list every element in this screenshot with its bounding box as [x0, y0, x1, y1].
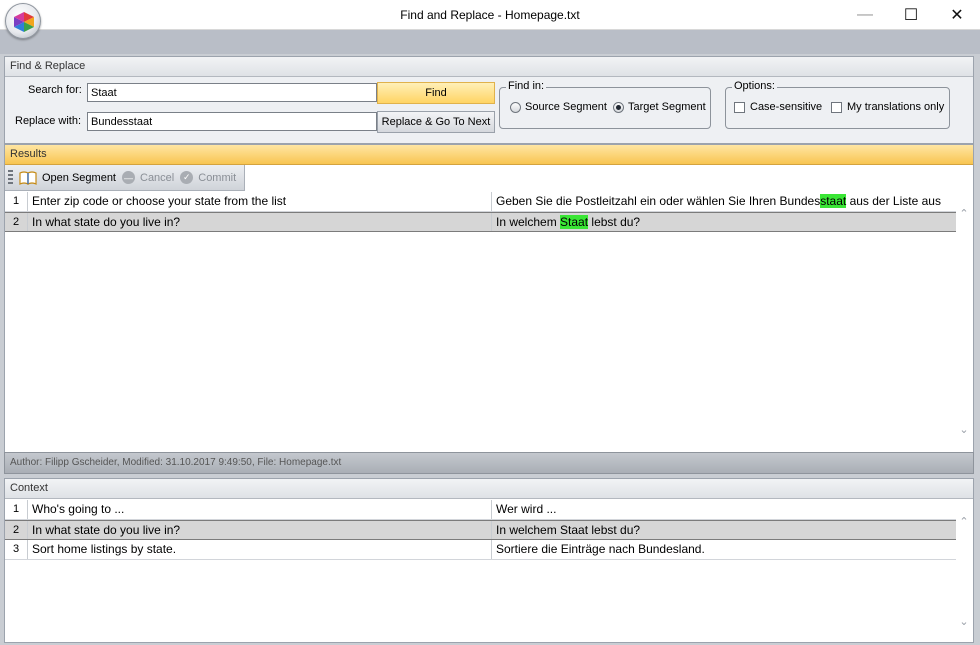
row-number: 1 — [5, 500, 28, 519]
options-group: Options: Case-sensitive My translations … — [725, 80, 950, 129]
scroll-down-icon[interactable]: ⌄ — [958, 424, 970, 436]
search-label: Search for: — [28, 84, 82, 96]
row-number: 1 — [5, 192, 28, 211]
scroll-up-icon[interactable]: ⌃ — [958, 208, 970, 220]
my-translations-box[interactable] — [831, 101, 842, 113]
scroll-up-icon[interactable]: ⌃ — [958, 516, 970, 528]
minimize-button[interactable]: — — [842, 0, 888, 30]
scroll-down-icon[interactable]: ⌄ — [958, 616, 970, 628]
case-sensitive-checkbox[interactable]: Case-sensitive — [734, 101, 822, 113]
target-cell: In welchem Staat lebst du? — [494, 213, 956, 231]
toolbar-grip[interactable] — [8, 169, 13, 186]
row-number: 2 — [5, 521, 28, 539]
source-cell: In what state do you live in? — [30, 213, 492, 231]
find-in-title: Find in: — [506, 80, 547, 92]
context-scrollbar[interactable]: ⌃ ⌄ — [956, 500, 973, 642]
row-number: 3 — [5, 540, 28, 559]
results-header: Results — [5, 145, 973, 165]
table-row-selected[interactable]: 2 In what state do you live in? In welch… — [5, 520, 956, 540]
segment-info-bar: Author: Filipp Gscheider, Modified: 31.1… — [4, 452, 974, 474]
case-sensitive-label: Case-sensitive — [750, 101, 823, 113]
source-cell: Enter zip code or choose your state from… — [30, 192, 492, 211]
close-button[interactable]: ✕ — [934, 0, 980, 30]
target-text: lebst du? — [588, 215, 641, 229]
cancel-label: Cancel — [140, 171, 175, 184]
options-title: Options: — [732, 80, 777, 92]
context-panel: Context 1 Who's going to ... Wer wird ..… — [4, 478, 974, 643]
find-button[interactable]: Find — [377, 82, 495, 104]
results-scrollbar[interactable]: ⌃ ⌄ — [956, 192, 973, 450]
match-highlight: Staat — [560, 215, 589, 229]
results-grid: 1 Enter zip code or choose your state fr… — [5, 192, 956, 232]
replace-label: Replace with: — [15, 115, 82, 127]
search-input[interactable] — [87, 83, 377, 102]
find-in-group: Find in: Source Segment Target Segment — [499, 80, 711, 129]
my-translations-label: My translations only — [847, 101, 945, 113]
my-translations-checkbox[interactable]: My translations only — [831, 101, 944, 113]
maximize-button[interactable]: ☐ — [888, 0, 934, 30]
target-segment-radio[interactable]: Target Segment — [613, 101, 706, 113]
open-segment-button[interactable]: Open Segment — [19, 170, 116, 185]
results-toolbar: Open Segment — Cancel ✓ Commit — [5, 165, 245, 191]
open-book-icon — [19, 170, 37, 185]
table-row-selected[interactable]: 2 In what state do you live in? In welch… — [5, 212, 956, 232]
ribbon-stripe — [0, 30, 980, 54]
target-segment-label: Target Segment — [628, 101, 706, 113]
source-segment-radio[interactable]: Source Segment — [510, 101, 607, 113]
table-row[interactable]: 1 Who's going to ... Wer wird ... — [5, 500, 956, 520]
target-text: Geben Sie die Postleitzahl ein oder wähl… — [496, 194, 821, 208]
source-cell: Sort home listings by state. — [30, 540, 492, 559]
logo-mark-icon — [14, 12, 34, 32]
context-header: Context — [5, 479, 973, 499]
cancel-circle-icon: — — [122, 171, 135, 184]
window-title: Find and Replace - Homepage.txt — [400, 8, 580, 22]
replace-input[interactable] — [87, 112, 377, 131]
target-radio-dot[interactable] — [613, 101, 624, 113]
context-grid: 1 Who's going to ... Wer wird ... 2 In w… — [5, 500, 956, 560]
source-segment-label: Source Segment — [525, 101, 607, 113]
match-highlight: staat — [820, 194, 847, 208]
source-cell: In what state do you live in? — [30, 521, 492, 539]
target-cell: In welchem Staat lebst du? — [496, 523, 641, 537]
target-cell: Wer wird ... — [496, 502, 557, 516]
open-segment-label: Open Segment — [42, 171, 116, 184]
source-radio-dot[interactable] — [510, 101, 521, 113]
title-bar: Find and Replace - Homepage.txt — ☐ ✕ — [0, 0, 980, 30]
app-logo-icon[interactable] — [5, 3, 41, 39]
check-circle-icon: ✓ — [180, 171, 194, 184]
find-replace-panel: Find & Replace Search for: Find Replace … — [4, 56, 974, 144]
row-number: 2 — [5, 213, 28, 231]
target-text: In welchem — [496, 215, 561, 229]
commit-label: Commit — [198, 171, 237, 184]
results-panel: Results Open Segment — Cancel ✓ Commit 1… — [4, 144, 974, 474]
case-sensitive-box[interactable] — [734, 101, 745, 113]
target-text: aus der Liste aus — [846, 194, 941, 208]
cancel-button[interactable]: — Cancel — [122, 171, 174, 184]
replace-go-next-button[interactable]: Replace & Go To Next — [377, 111, 495, 133]
target-cell: Geben Sie die Postleitzahl ein oder wähl… — [494, 192, 956, 211]
table-row[interactable]: 1 Enter zip code or choose your state fr… — [5, 192, 956, 212]
find-replace-header: Find & Replace — [5, 57, 973, 77]
source-cell: Who's going to ... — [30, 500, 492, 519]
target-cell: Sortiere die Einträge nach Bundesland. — [496, 542, 705, 556]
table-row[interactable]: 3 Sort home listings by state. Sortiere … — [5, 540, 956, 560]
commit-button[interactable]: ✓ Commit — [180, 171, 236, 184]
